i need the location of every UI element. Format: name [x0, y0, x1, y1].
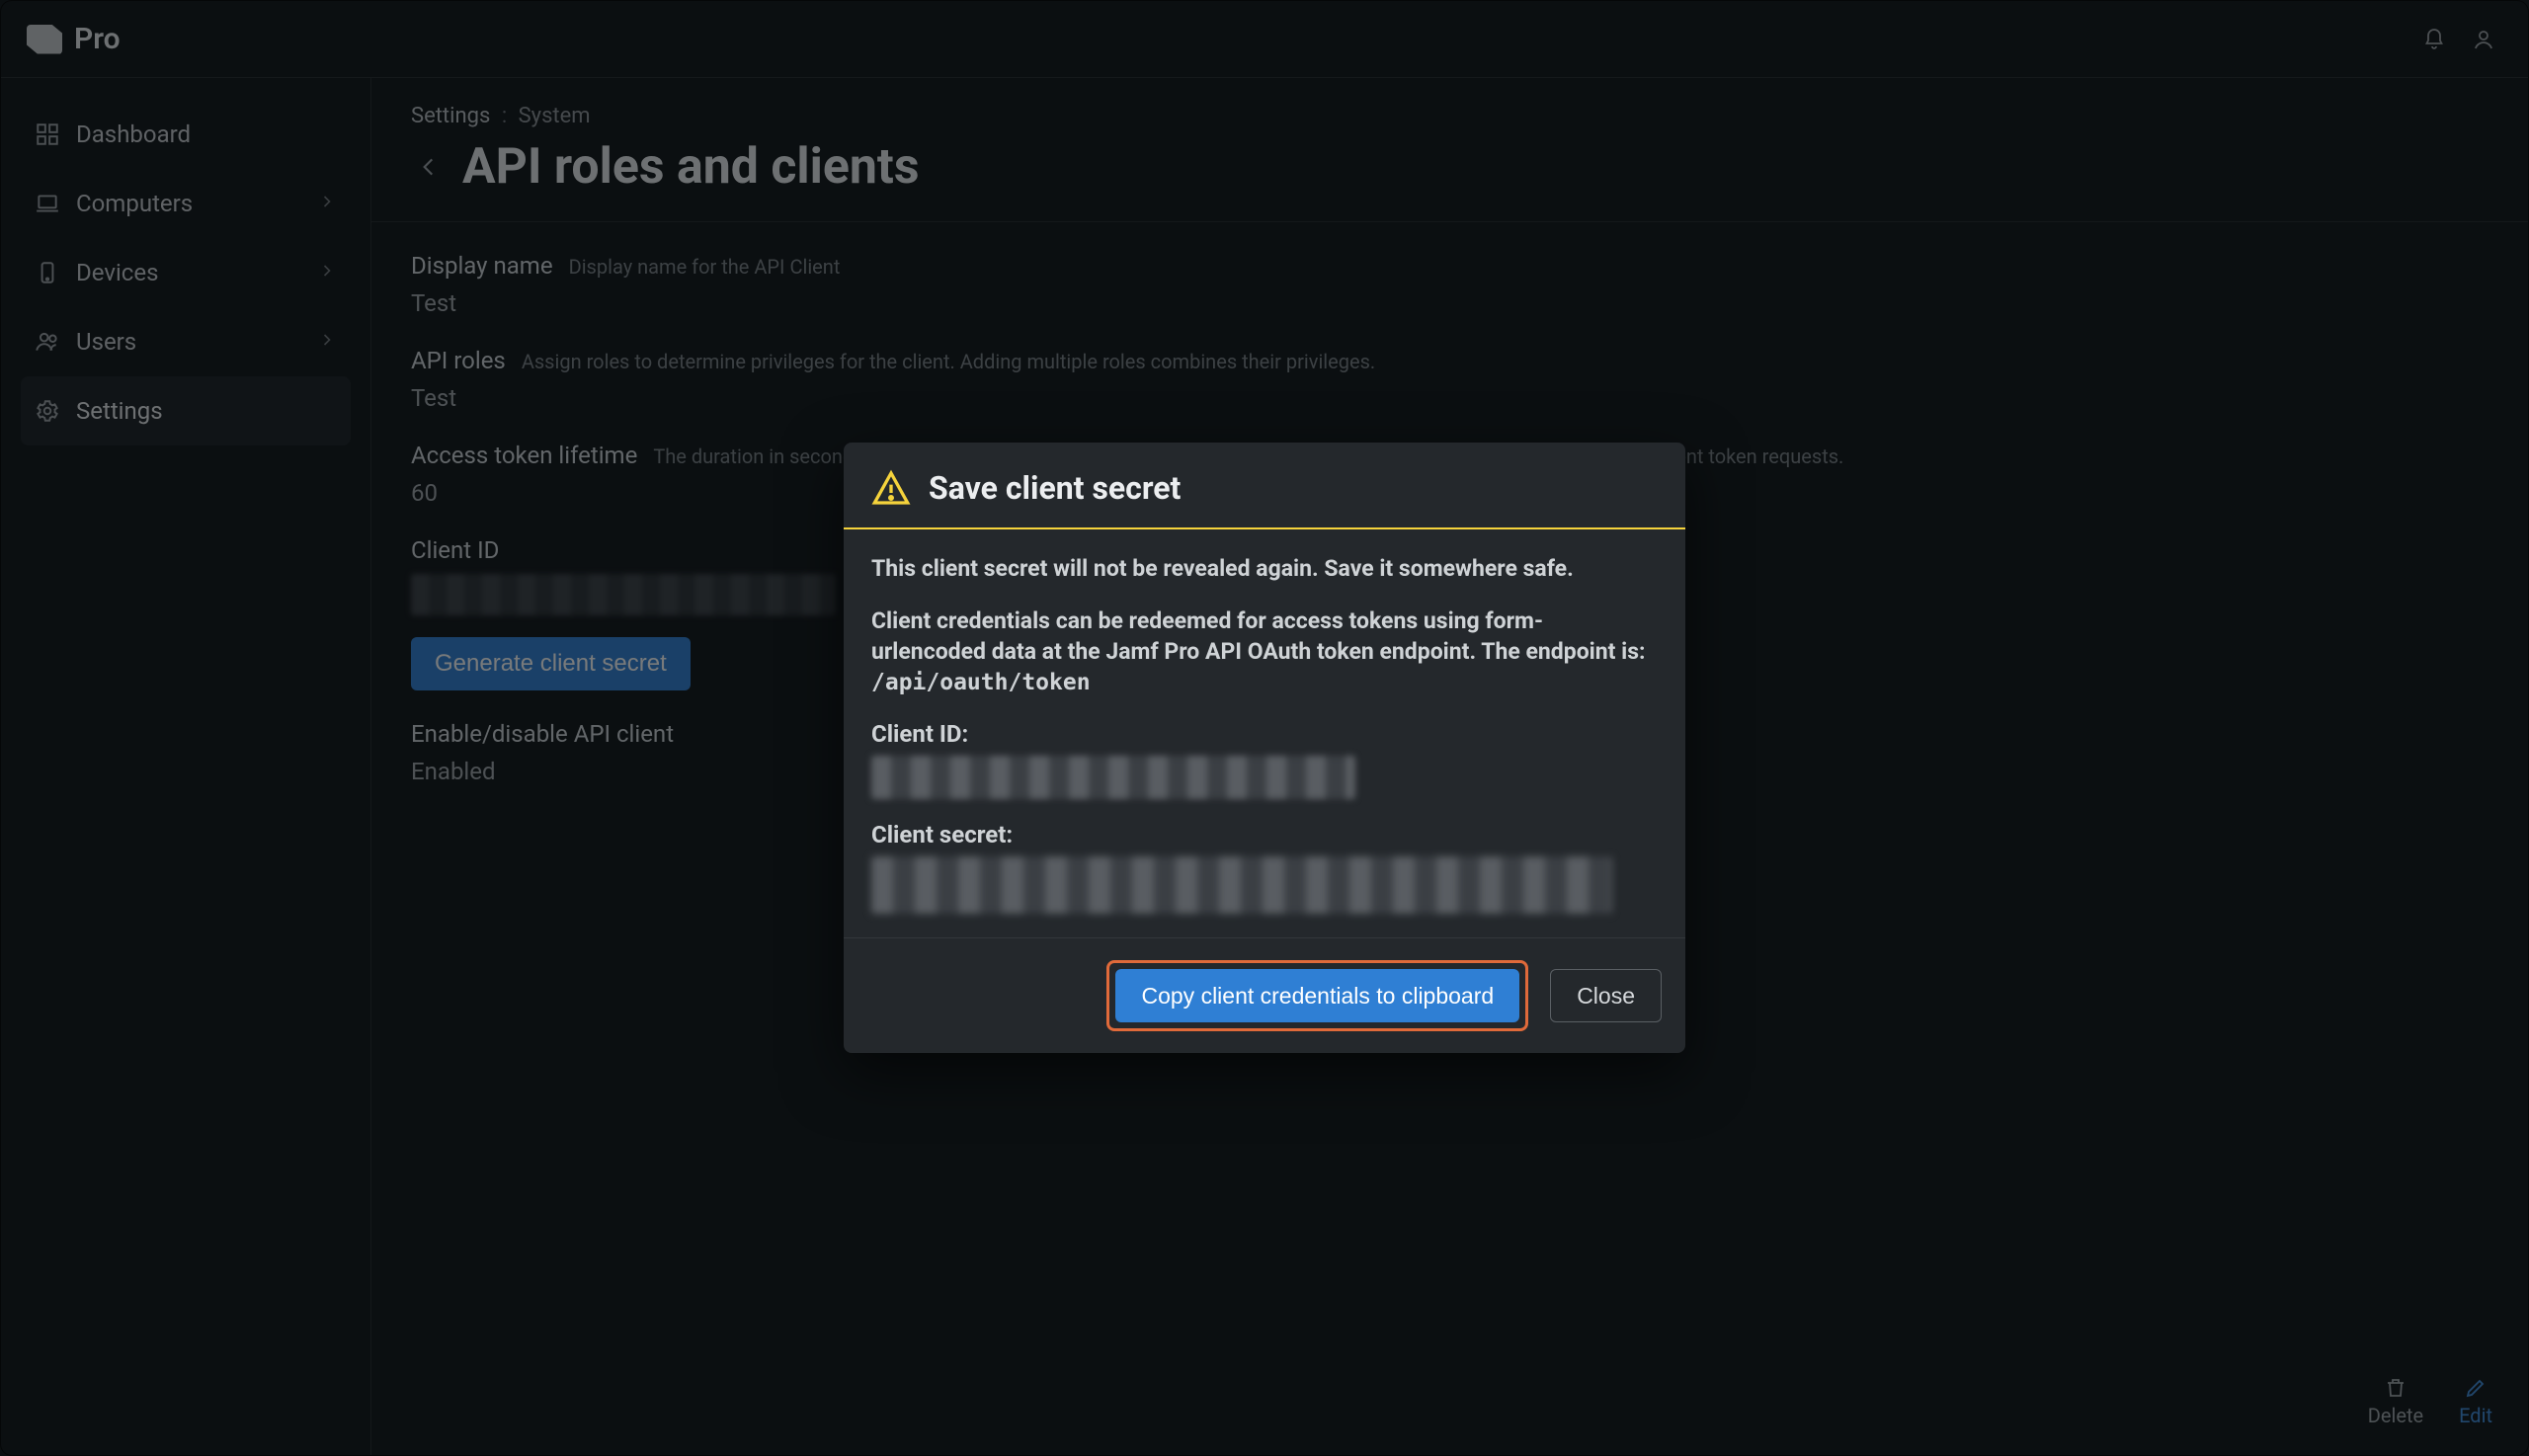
- modal-info-text: Client credentials can be redeemed for a…: [871, 607, 1646, 665]
- modal-warning-text: This client secret will not be revealed …: [871, 555, 1574, 582]
- modal-client-id-label: Client ID:: [871, 720, 1658, 748]
- modal-client-secret-label: Client secret:: [871, 821, 1658, 849]
- modal-client-id-redacted: [871, 756, 1355, 799]
- modal-client-secret-redacted: [871, 856, 1612, 914]
- modal-endpoint-code: /api/oauth/token: [871, 670, 1091, 695]
- save-client-secret-modal: Save client secret This client secret wi…: [844, 443, 1685, 1053]
- warning-icon: [871, 468, 911, 508]
- modal-title: Save client secret: [929, 469, 1181, 507]
- close-modal-button[interactable]: Close: [1550, 969, 1662, 1022]
- copy-credentials-button[interactable]: Copy client credentials to clipboard: [1115, 969, 1519, 1022]
- app-shell: Pro Dashboard: [0, 0, 2529, 1456]
- copy-button-highlight: Copy client credentials to clipboard: [1106, 960, 1528, 1031]
